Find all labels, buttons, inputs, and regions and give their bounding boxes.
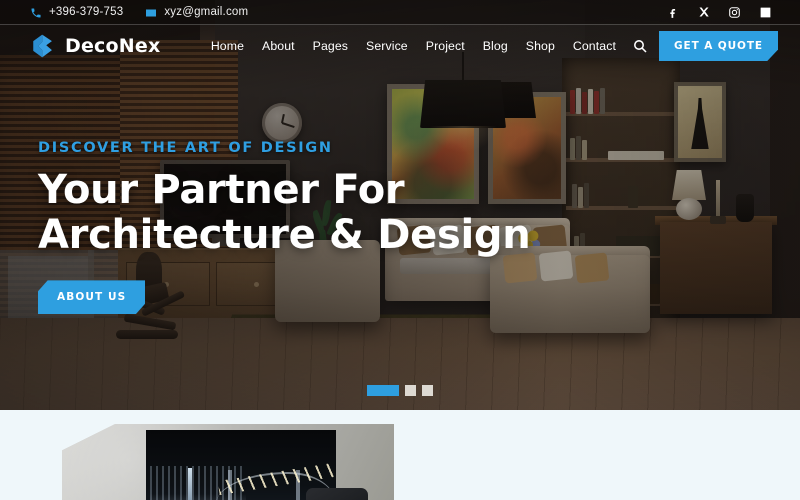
get-a-quote-button[interactable]: GET A QUOTE	[658, 31, 778, 61]
slider-pagination	[0, 385, 800, 396]
brand-logo-link[interactable]: DecoNex	[30, 33, 160, 59]
contact-group: +396-379-753 xyz@gmail.com	[30, 6, 248, 18]
slider-dot-2[interactable]	[405, 385, 416, 396]
hero-title-line-1: Your Partner For	[38, 167, 405, 213]
hero-about-us-button[interactable]: ABOUT US	[38, 280, 146, 315]
foreground-object	[306, 488, 368, 500]
landing-page: DISCOVER THE ART OF DESIGN Your Partner …	[0, 0, 800, 500]
nav-item-home[interactable]: Home	[202, 39, 253, 53]
nav-item-about[interactable]: About	[253, 39, 304, 53]
email-address: xyz@gmail.com	[164, 6, 249, 18]
hero-eyebrow: DISCOVER THE ART OF DESIGN	[38, 140, 333, 156]
phone-number: +396-379-753	[49, 6, 124, 18]
slider-dot-1[interactable]	[367, 385, 399, 396]
hero-content: DISCOVER THE ART OF DESIGN Your Partner …	[38, 140, 531, 315]
slider-dot-3[interactable]	[422, 385, 433, 396]
top-contact-bar: +396-379-753 xyz@gmail.com	[0, 0, 800, 25]
facebook-icon[interactable]	[666, 6, 679, 19]
envelope-icon	[145, 6, 157, 18]
nav-menu: Home About Pages Service Project Blog Sh…	[202, 37, 659, 55]
email-link[interactable]: xyz@gmail.com	[145, 6, 248, 18]
nav-item-pages[interactable]: Pages	[304, 39, 357, 53]
about-image	[62, 424, 394, 500]
phone-link[interactable]: +396-379-753	[30, 6, 123, 18]
nav-item-project[interactable]: Project	[417, 39, 474, 53]
social-links	[666, 6, 772, 19]
nav-item-contact[interactable]: Contact	[564, 39, 625, 53]
nav-item-shop[interactable]: Shop	[517, 39, 564, 53]
instagram-icon[interactable]	[728, 6, 741, 19]
x-twitter-icon[interactable]	[697, 6, 710, 19]
about-section: About Us Your Creative Design Partner	[0, 410, 800, 500]
deconex-diamond-logo-icon	[30, 33, 56, 59]
linkedin-icon[interactable]	[759, 6, 772, 19]
main-navbar: DecoNex Home About Pages Service Project…	[0, 25, 800, 67]
hero-title: Your Partner For Architecture & Design	[38, 167, 531, 259]
nav-item-service[interactable]: Service	[357, 39, 417, 53]
phone-icon	[30, 6, 42, 18]
brand-name: DecoNex	[65, 35, 161, 57]
hero-title-line-2: Architecture & Design	[38, 212, 531, 259]
skyscraper	[188, 468, 192, 500]
search-icon[interactable]	[631, 37, 649, 55]
nav-item-blog[interactable]: Blog	[474, 39, 517, 53]
